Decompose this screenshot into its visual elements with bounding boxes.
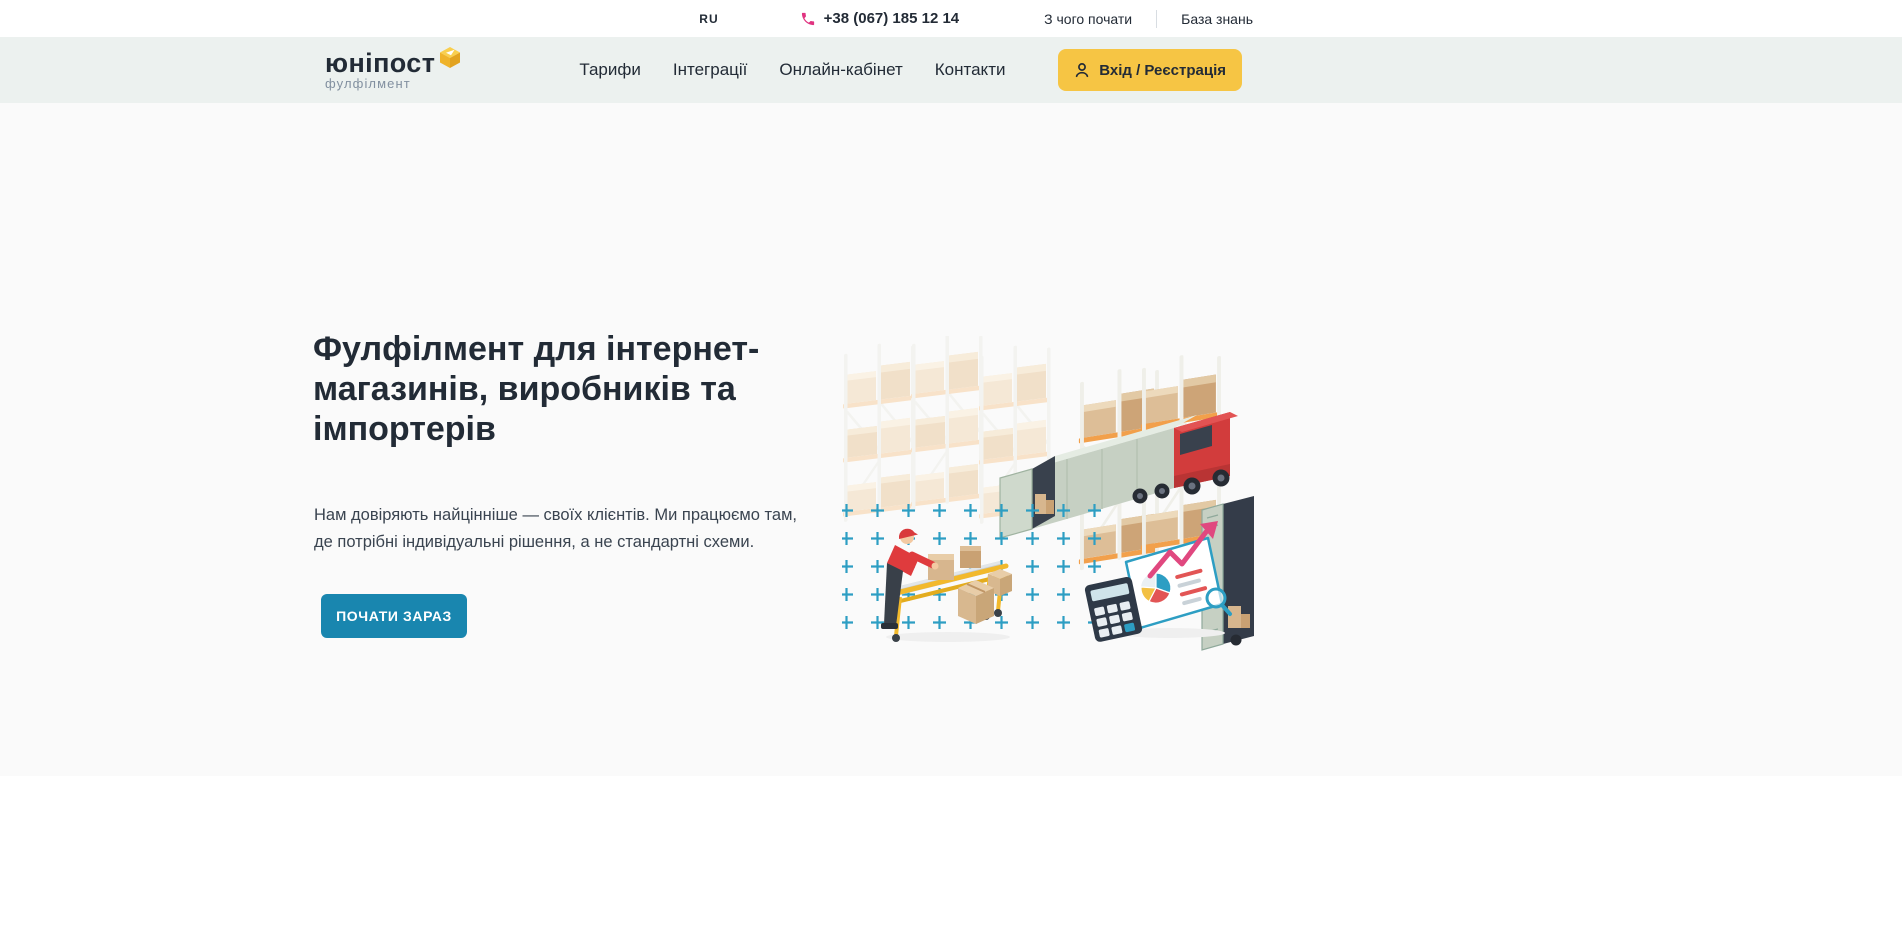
login-register-label: Вхід / Реєстрація	[1099, 62, 1226, 79]
logo-cube-icon	[439, 46, 461, 68]
nav-link-online-cabinet[interactable]: Онлайн-кабінет	[779, 60, 902, 80]
logo-tagline: фулфілмент	[325, 76, 461, 91]
topbar-divider	[1156, 10, 1157, 28]
user-icon	[1074, 62, 1090, 78]
nav-link-contacts[interactable]: Контакти	[935, 60, 1006, 80]
login-register-button[interactable]: Вхід / Реєстрація	[1058, 49, 1242, 91]
hero-section: Фулфілмент для інтернет-магазинів, вироб…	[0, 103, 1902, 776]
hero-description: Нам довіряють найцінніше — своїх клієнті…	[314, 502, 819, 556]
main-nav: Тарифи Інтеграції Онлайн-кабінет Контакт…	[579, 60, 1005, 80]
logo-text: юніпост	[325, 50, 435, 76]
page-title: Фулфілмент для інтернет-магазинів, вироб…	[313, 329, 853, 449]
topbar-link-knowledge-base[interactable]: База знань	[1181, 11, 1253, 27]
topbar-link-getting-started[interactable]: З чого почати	[1044, 11, 1132, 27]
nav-link-tariffs[interactable]: Тарифи	[579, 60, 641, 80]
logo[interactable]: юніпост фулфілмент	[325, 50, 461, 91]
phone-link[interactable]: +38 (067) 185 12 14	[800, 10, 960, 27]
topbar: RU +38 (067) 185 12 14 З чого почати Баз…	[0, 0, 1902, 37]
nav-link-integrations[interactable]: Інтеграції	[673, 60, 748, 80]
phone-icon	[800, 11, 816, 27]
start-now-button[interactable]: ПОЧАТИ ЗАРАЗ	[321, 594, 467, 638]
header: юніпост фулфілмент Тарифи Інтеграції Онл…	[0, 37, 1902, 103]
hero-illustration	[840, 336, 1260, 651]
language-switcher[interactable]: RU	[699, 12, 718, 26]
phone-number: +38 (067) 185 12 14	[824, 10, 960, 27]
